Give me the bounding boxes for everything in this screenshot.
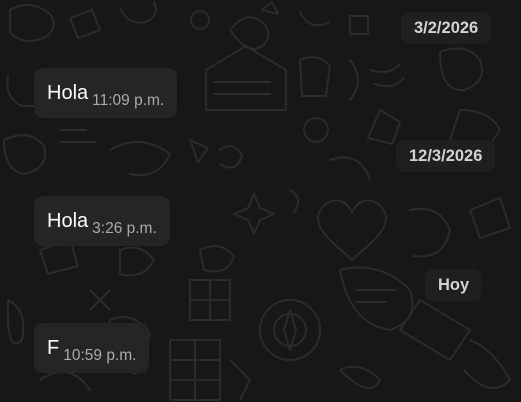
message-timestamp: 10:59 p.m. bbox=[63, 347, 137, 364]
message-bubble[interactable]: F 10:59 p.m. bbox=[34, 323, 150, 373]
message-bubble[interactable]: Hola 3:26 p.m. bbox=[34, 196, 170, 246]
date-separator: 3/2/2026 bbox=[401, 12, 492, 44]
chat-panel[interactable]: 3/2/2026 Hola 11:09 p.m. 12/3/2026 Hola … bbox=[0, 0, 521, 402]
date-separator: Hoy bbox=[425, 269, 483, 301]
date-separator: 12/3/2026 bbox=[396, 140, 496, 172]
message-text: Hola bbox=[47, 82, 89, 104]
message-text: F bbox=[47, 337, 60, 359]
message-bubble[interactable]: Hola 11:09 p.m. bbox=[34, 68, 178, 118]
message-timestamp: 11:09 p.m. bbox=[92, 92, 165, 109]
message-text: Hola bbox=[47, 210, 89, 232]
message-timestamp: 3:26 p.m. bbox=[92, 220, 157, 237]
